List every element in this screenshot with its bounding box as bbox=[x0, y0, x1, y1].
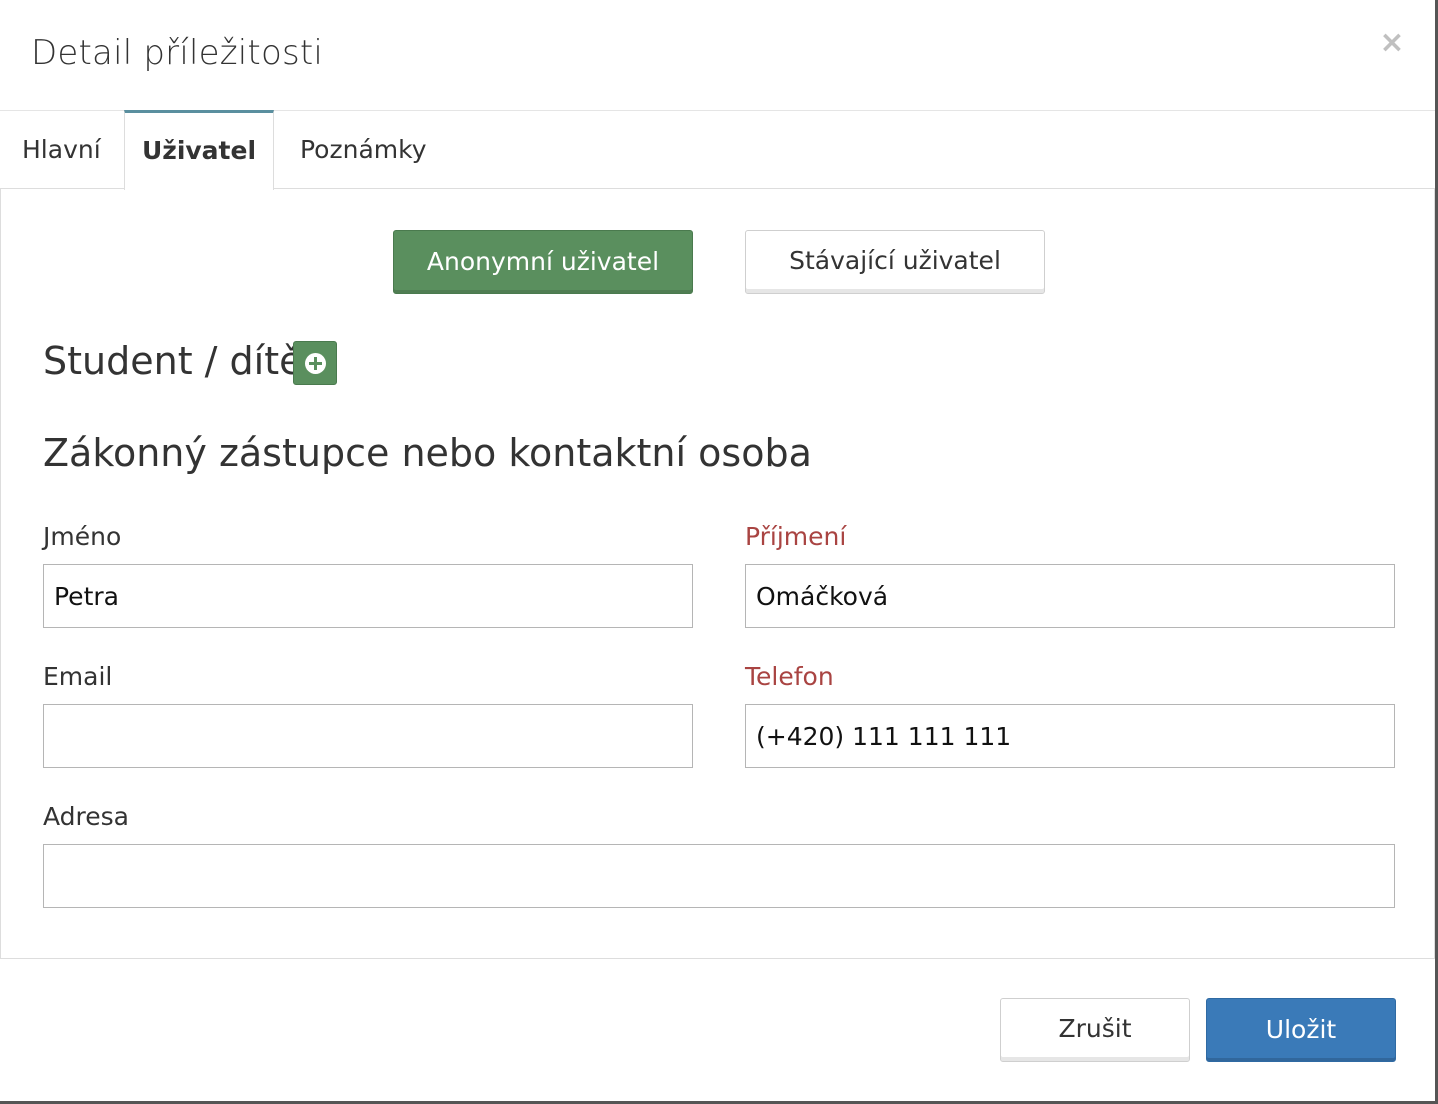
cancel-button[interactable]: Zrušit bbox=[1000, 998, 1190, 1062]
student-heading: Student / dítě bbox=[43, 339, 303, 383]
phone-input[interactable] bbox=[745, 704, 1395, 768]
email-input[interactable] bbox=[43, 704, 693, 768]
save-button[interactable]: Uložit bbox=[1206, 998, 1396, 1062]
tab-poznamky[interactable]: Poznámky bbox=[278, 110, 449, 189]
modal-footer: Zrušit Uložit bbox=[0, 960, 1435, 1101]
add-student-button[interactable] bbox=[293, 341, 337, 385]
last-name-label: Příjmení bbox=[745, 522, 847, 551]
opportunity-detail-modal: Detail příležitosti × Hlavní Uživatel Po… bbox=[0, 0, 1438, 1104]
anonymous-user-button[interactable]: Anonymní uživatel bbox=[393, 230, 693, 294]
first-name-input[interactable] bbox=[43, 564, 693, 628]
first-name-label: Jméno bbox=[43, 522, 122, 551]
modal-title: Detail příležitosti bbox=[31, 33, 324, 73]
close-icon[interactable]: × bbox=[1377, 28, 1407, 58]
last-name-input[interactable] bbox=[745, 564, 1395, 628]
modal-header: Detail příležitosti × bbox=[0, 0, 1435, 111]
email-label: Email bbox=[43, 662, 113, 691]
user-tab-panel: Anonymní uživatel Stávající uživatel Stu… bbox=[0, 189, 1435, 959]
contact-person-heading: Zákonný zástupce nebo kontaktní osoba bbox=[43, 431, 812, 475]
address-label: Adresa bbox=[43, 802, 129, 831]
existing-user-button[interactable]: Stávající uživatel bbox=[745, 230, 1045, 294]
tab-uzivatel[interactable]: Uživatel bbox=[124, 110, 274, 190]
address-input[interactable] bbox=[43, 844, 1395, 908]
phone-label: Telefon bbox=[745, 662, 834, 691]
tab-bar: Hlavní Uživatel Poznámky bbox=[0, 110, 1435, 190]
plus-circle-icon bbox=[305, 353, 326, 374]
tab-hlavni[interactable]: Hlavní bbox=[0, 110, 123, 189]
